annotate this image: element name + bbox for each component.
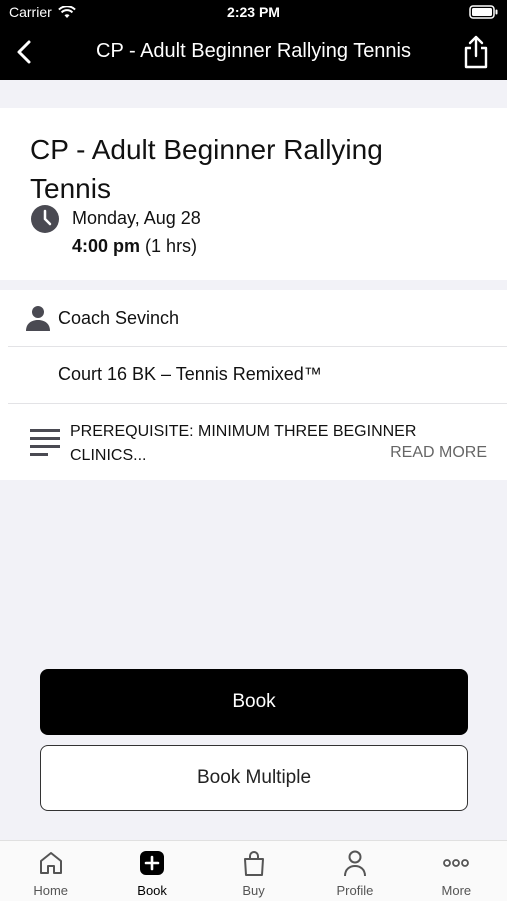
chevron-left-icon[interactable] <box>10 36 40 68</box>
court-row: Court 16 BK – Tennis Remixed™ <box>8 347 507 404</box>
nav-bar: CP - Adult Beginner Rallying Tennis <box>0 24 507 80</box>
share-icon[interactable] <box>461 34 491 70</box>
court-name: Court 16 BK – Tennis Remixed™ <box>58 364 322 384</box>
event-title: CP - Adult Beginner Rallying Tennis <box>30 134 383 204</box>
book-multiple-button[interactable]: Book Multiple <box>40 745 468 811</box>
event-start-time: 4:00 pm <box>72 236 141 256</box>
nav-title: CP - Adult Beginner Rallying Tennis <box>96 40 411 62</box>
tab-more[interactable]: More <box>406 841 507 901</box>
coach-name: Coach Sevinch <box>58 308 180 328</box>
more-dots-icon <box>443 859 470 867</box>
clock-icon <box>31 205 59 233</box>
event-time: 4:00 pm (1 hrs) <box>72 236 197 257</box>
tab-profile[interactable]: Profile <box>304 841 405 901</box>
plus-square-icon <box>140 851 165 875</box>
read-more-link[interactable]: READ MORE <box>390 444 487 462</box>
person-icon <box>26 306 50 331</box>
event-header-card: CP - Adult Beginner Rallying Tennis Mond… <box>0 108 507 280</box>
tab-buy[interactable]: Buy <box>203 841 304 901</box>
tab-bar: Home Book Buy Profile More <box>0 840 507 901</box>
event-details-card: Coach Sevinch Court 16 BK – Tennis Remix… <box>0 290 507 480</box>
person-outline-icon <box>343 850 366 877</box>
tab-home-label: Home <box>33 883 69 898</box>
shopping-bag-icon <box>243 851 264 876</box>
tab-book-label: Book <box>137 883 167 898</box>
description-lines-icon <box>30 429 60 456</box>
event-date: Monday, Aug 28 <box>72 208 201 228</box>
coach-row: Coach Sevinch <box>8 290 507 347</box>
tab-more-label: More <box>441 883 472 898</box>
tab-profile-label: Profile <box>336 883 374 898</box>
book-button[interactable]: Book <box>40 669 468 735</box>
battery-icon <box>469 5 498 19</box>
status-bar: Carrier 2:23 PM <box>0 0 507 24</box>
tab-book[interactable]: Book <box>101 841 202 901</box>
tab-home[interactable]: Home <box>0 841 101 901</box>
event-duration: (1 hrs) <box>145 236 198 256</box>
status-time: 2:23 PM <box>227 4 280 20</box>
home-icon <box>39 852 62 874</box>
tab-buy-label: Buy <box>242 883 265 898</box>
